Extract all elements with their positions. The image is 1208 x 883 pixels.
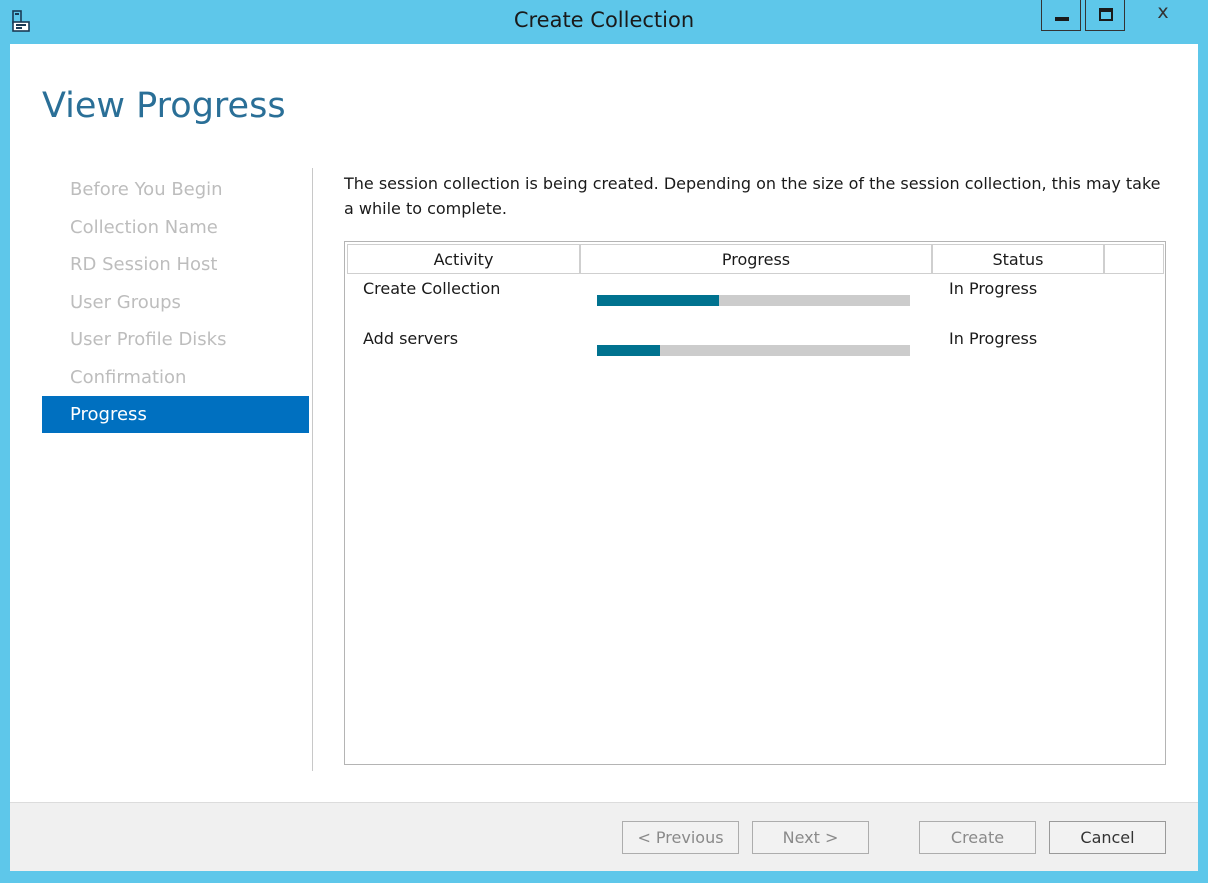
next-button[interactable]: Next > [752,821,869,854]
window-title: Create Collection [513,8,695,32]
wizard-steps: Before You Begin Collection Name RD Sess… [42,171,309,434]
steps-divider [312,168,313,771]
maximize-button[interactable] [1085,0,1125,31]
status-cell: In Progress [949,329,1038,348]
step-progress: Progress [42,396,309,433]
wizard-footer: < Previous Next > Create Cancel [10,802,1198,871]
page-title: View Progress [42,86,286,126]
step-before-you-begin: Before You Begin [70,179,223,200]
column-header-blank[interactable] [1104,244,1164,274]
close-icon: x [1157,1,1169,23]
table-row[interactable]: Add servers In Progress [345,329,1165,369]
step-rd-session-host: RD Session Host [70,254,218,275]
maximize-icon [1099,8,1113,21]
table-row[interactable]: Create Collection In Progress [345,279,1165,319]
step-user-profile-disks: User Profile Disks [70,329,227,350]
activity-cell: Create Collection [363,279,501,298]
activity-cell: Add servers [363,329,459,348]
column-header-activity[interactable]: Activity [347,244,580,274]
progress-bar-fill [597,345,660,356]
minimize-icon [1055,17,1069,21]
minimize-button[interactable] [1041,0,1081,31]
step-user-groups: User Groups [70,291,181,313]
create-collection-window: Create Collection x View Progress Before… [0,0,1208,883]
activity-grid[interactable]: Activity Progress Status Create Collecti… [344,241,1166,765]
step-confirmation: Confirmation [70,366,187,388]
previous-button[interactable]: < Previous [622,821,739,854]
progress-bar-fill [597,295,720,306]
status-cell: In Progress [949,279,1038,298]
close-button[interactable]: x [1129,0,1197,31]
progress-bar [597,295,910,306]
create-button[interactable]: Create [919,821,1036,854]
cancel-button[interactable]: Cancel [1049,821,1166,854]
progress-bar [597,345,910,356]
progress-description: The session collection is being created.… [344,174,1161,218]
column-header-status[interactable]: Status [932,244,1104,274]
wizard-body: View Progress Before You Begin Collectio… [10,44,1198,871]
step-collection-name: Collection Name [70,216,218,238]
grid-header: Activity Progress Status [345,242,1165,275]
title-bar[interactable]: Create Collection x [0,0,1208,44]
column-header-progress[interactable]: Progress [580,244,932,274]
